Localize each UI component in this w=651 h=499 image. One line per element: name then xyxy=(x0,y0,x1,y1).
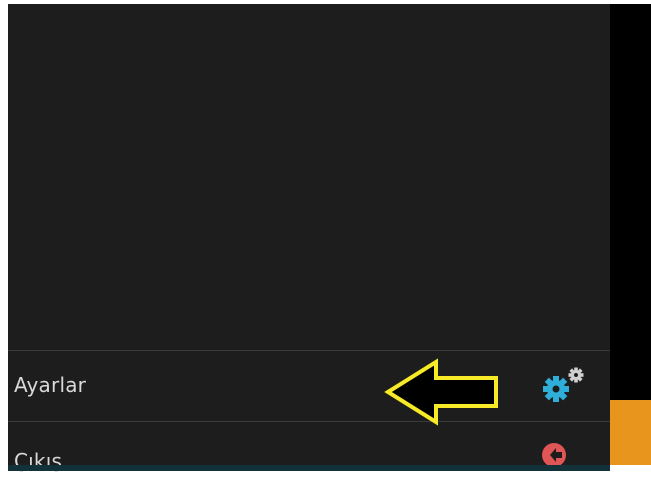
menu-item-logout[interactable]: Çıkış xyxy=(8,421,610,473)
bottom-bar xyxy=(8,465,610,471)
left-arrow-icon xyxy=(384,358,498,426)
menu-item-label: Ayarlar xyxy=(14,373,87,397)
sidebar-panel: Ayarlar Çıkış xyxy=(8,4,610,473)
app-frame: Ayarlar Çıkış xyxy=(8,4,651,473)
accent-strip xyxy=(610,400,651,465)
menu-item-settings[interactable]: Ayarlar xyxy=(8,350,610,420)
gears-icon xyxy=(543,367,584,402)
